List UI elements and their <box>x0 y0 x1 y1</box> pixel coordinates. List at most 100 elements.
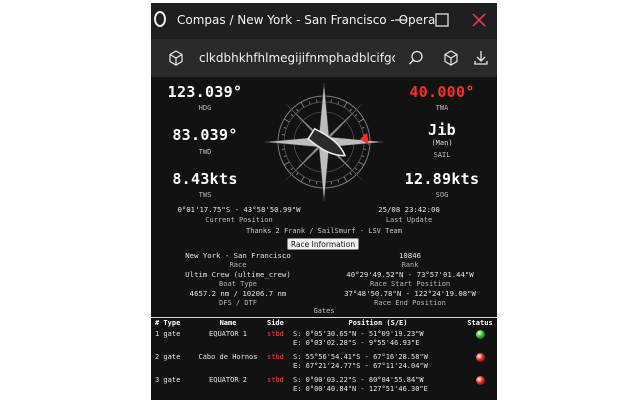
compass-tick <box>283 118 290 123</box>
opera-icon <box>154 11 166 27</box>
compass-tick <box>363 148 367 150</box>
compass-tick <box>330 99 332 103</box>
compass-tick <box>308 101 311 105</box>
compass-tick <box>316 99 318 103</box>
dfs-dtf-label: DFS / DTF <box>219 299 257 307</box>
col-type: # Type <box>155 319 181 327</box>
col-status: Status <box>467 319 493 327</box>
race-end-label: Race End Position <box>374 299 446 307</box>
twa-label: TWA <box>435 104 449 112</box>
download-icon[interactable] <box>472 49 490 67</box>
compass-tick <box>337 179 340 183</box>
compass-tick <box>337 101 340 105</box>
compass-tick <box>349 108 352 112</box>
gate-position-end: E: 0°00'40.84"N - 127°51'46.30"E <box>293 385 428 393</box>
rank-value: 10846 <box>399 251 421 260</box>
gate-position-start: S: 55°56'54.41"S - 67°16'28.58"W <box>293 353 428 361</box>
compass-tick <box>358 161 365 166</box>
browser-window: Compas / New York - San Francisco - Oper… <box>151 3 497 400</box>
race-name: New York - San Francisco <box>185 251 291 260</box>
sog-label: SOG <box>435 191 449 199</box>
close-icon[interactable] <box>468 9 490 31</box>
compass-tick <box>354 167 358 170</box>
gate-side: stbd <box>267 330 284 338</box>
gate-side: stbd <box>267 376 284 384</box>
url-field[interactable]: clkdbhkhfhlmegijifnmphadblcifgcc/compas.… <box>199 51 395 65</box>
sog-value: 12.89kts <box>404 170 480 188</box>
gate-status <box>465 351 495 374</box>
compass-tick <box>296 108 299 112</box>
compass-tick <box>283 126 287 129</box>
compass-tick <box>354 114 358 117</box>
gate-position-end: E: 0°03'02.28"S - 9°55'46.93"E <box>293 339 420 347</box>
compass-tick <box>281 134 285 136</box>
compass-tick <box>283 155 287 158</box>
last-update-label: Last Update <box>385 216 433 224</box>
compass-tick <box>349 172 352 176</box>
gate-position: S: 0°05'30.65"N - 51°09'19.23"W E: 0°03'0… <box>291 328 465 351</box>
compass-page: 123.039° HDG 40.000° TWA 83.039° TWD Jib… <box>151 77 497 400</box>
twa-value: 40.000° <box>409 83 475 101</box>
compass-tick <box>361 155 365 158</box>
gates-title: Gates <box>313 307 335 315</box>
compass-tick <box>281 148 285 150</box>
gates-table: # Type Name Side Position (S/E) Status 1… <box>153 318 495 397</box>
compass-tick <box>300 176 305 183</box>
compass-tick <box>283 161 290 166</box>
compass-tick <box>361 126 365 129</box>
maximize-icon[interactable] <box>431 9 453 31</box>
gate-position-start: S: 0°00'03.22"S - 80°04'55.84"W <box>293 376 424 384</box>
tws-label: TWS <box>198 191 212 199</box>
compass-tick <box>330 181 332 185</box>
compass-tick <box>290 114 294 117</box>
hdg-label: HDG <box>198 104 212 112</box>
compass-tick <box>358 118 365 123</box>
gate-side: stbd <box>267 353 284 361</box>
compass-tick <box>343 101 348 108</box>
col-side: Side <box>267 319 284 327</box>
gate-position-start: S: 0°05'30.65"N - 51°09'19.23"W <box>293 330 424 338</box>
gate-row: 1 gate EQUATOR 1 stbd S: 0°05'30.65"N - … <box>153 328 495 351</box>
status-red-icon <box>475 376 485 385</box>
current-position-label: Current Position <box>205 216 273 224</box>
tws-value: 8.43kts <box>172 170 238 188</box>
hdg-value: 123.039° <box>167 83 243 101</box>
sail-label: SAIL <box>433 151 451 159</box>
dfs-dtf-value: 4657.2 nm / 10206.7 nm <box>189 289 287 298</box>
boat-type-label: Boat Type <box>219 280 257 288</box>
search-icon[interactable] <box>407 49 425 67</box>
compass-tick <box>296 172 299 176</box>
minimize-icon[interactable] <box>390 9 412 31</box>
gate-row: 2 gate Cabo de Hornos stbd S: 55°56'54.4… <box>153 351 495 374</box>
gate-row: 3 gate EQUATOR 2 stbd S: 0°00'03.22"S - … <box>153 374 495 397</box>
compass-tick <box>308 179 311 183</box>
compass-tick <box>316 181 318 185</box>
twd-value: 83.039° <box>172 126 238 144</box>
title-bar: Compas / New York - San Francisco - Oper… <box>151 3 497 37</box>
gate-position-end: E: 67°21'24.77"S - 67°11'24.04"W <box>293 362 428 370</box>
status-red-icon <box>475 353 485 362</box>
extension-cube-icon[interactable] <box>167 49 185 67</box>
col-name: Name <box>219 319 237 327</box>
race-information-button[interactable]: Race Information <box>287 238 359 250</box>
cube-icon[interactable] <box>442 49 460 67</box>
gate-status <box>465 328 495 351</box>
thanks-text: Thanks 2 Frank / SailSmurf - LSV Team <box>246 227 402 235</box>
boat-type-value: Ultim Crew (ultime_crew) <box>185 270 291 279</box>
last-update-value: 25/08 23:42:00 <box>378 205 440 214</box>
sail-mode: (Man) <box>431 139 453 147</box>
twd-label: TWD <box>198 148 212 156</box>
gate-position: S: 55°56'54.41"S - 67°16'28.58"W E: 67°21… <box>291 351 465 374</box>
status-green-icon <box>475 330 485 339</box>
gate-type: 3 gate <box>155 376 181 384</box>
col-position: Position (S/E) <box>348 319 408 327</box>
compass-tick <box>343 176 348 183</box>
gate-type: 2 gate <box>155 353 181 361</box>
sail-value: Jib <box>428 121 456 139</box>
race-end-value: 37°48'50.78"N - 122°24'19.08"W <box>344 289 476 298</box>
gates-header-row: # Type Name Side Position (S/E) Status <box>153 318 495 328</box>
compass-rose <box>264 82 384 202</box>
gate-status <box>465 374 495 397</box>
compass-tick <box>290 167 294 170</box>
address-bar: clkdbhkhfhlmegijifnmphadblcifgcc/compas.… <box>151 39 497 77</box>
